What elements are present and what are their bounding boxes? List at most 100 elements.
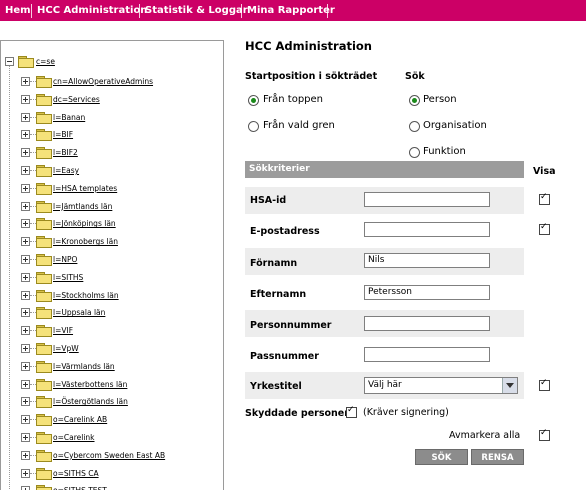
fornamn-input[interactable]: Nils xyxy=(364,253,490,268)
expand-icon[interactable] xyxy=(21,450,30,460)
expand-icon[interactable] xyxy=(21,94,30,104)
expand-icon[interactable] xyxy=(21,308,30,318)
expand-icon[interactable] xyxy=(21,468,30,478)
nav-item-mina-rapporter[interactable]: Mina Rapporter xyxy=(242,0,340,21)
expand-icon[interactable] xyxy=(21,344,30,353)
radio-organisation-label[interactable]: Organisation xyxy=(423,120,487,131)
radio-person[interactable] xyxy=(409,95,420,106)
tree-node-label[interactable]: o=Cybercom Sweden East AB xyxy=(53,449,165,462)
expand-icon[interactable] xyxy=(21,379,30,389)
tree-node[interactable]: l=Kronobergs län xyxy=(21,235,221,249)
expand-icon[interactable] xyxy=(21,326,30,336)
tree-node-label[interactable]: o=SITHS CA xyxy=(53,467,99,480)
tree-node-label[interactable]: dc=Services xyxy=(53,93,100,106)
tree-node-label[interactable]: l=NPO xyxy=(53,253,77,266)
visa-hsa-id-checkbox[interactable] xyxy=(539,192,550,205)
passnummer-input[interactable] xyxy=(364,347,490,362)
expand-icon[interactable] xyxy=(21,219,30,229)
tree-node-label[interactable]: l=Banan xyxy=(53,111,85,124)
email-input[interactable] xyxy=(364,222,490,237)
personnummer-input[interactable] xyxy=(364,316,490,331)
tree-node[interactable]: l=Easy xyxy=(21,164,221,178)
tree-node-label[interactable]: l=Easy xyxy=(53,164,79,177)
tree-node[interactable]: l=BIF2 xyxy=(21,146,221,160)
tree-node[interactable]: l=VIF xyxy=(21,324,221,338)
tree-node[interactable]: o=Cybercom Sweden East AB xyxy=(21,449,221,463)
tree-node[interactable]: l=Stockholms län xyxy=(21,289,221,303)
radio-fran-toppen[interactable] xyxy=(248,95,259,106)
radio-funktion[interactable] xyxy=(409,147,420,158)
clear-button[interactable]: RENSA xyxy=(471,449,524,465)
expand-icon[interactable] xyxy=(21,361,30,371)
nav-item-statistik[interactable]: Statistik & Loggar xyxy=(140,0,253,21)
tree-node-label[interactable]: l=VpW xyxy=(53,342,79,355)
tree-node[interactable]: l=Värmlands län xyxy=(21,360,221,374)
visa-email-checkbox[interactable] xyxy=(539,222,550,235)
tree-node[interactable]: dc=Services xyxy=(21,93,221,107)
collapse-icon[interactable] xyxy=(5,57,14,66)
yrkestitel-select[interactable]: Välj här xyxy=(364,377,518,394)
tree-node[interactable]: l=Uppsala län xyxy=(21,306,221,320)
expand-icon[interactable] xyxy=(21,237,30,247)
tree-node-label[interactable]: l=Stockholms län xyxy=(53,289,119,302)
nav-item-hcc-administration[interactable]: HCC Administration xyxy=(32,0,152,21)
tree-node[interactable]: l=BIF xyxy=(21,128,221,142)
expand-icon[interactable] xyxy=(21,130,30,140)
tree-node[interactable]: l=NPO xyxy=(21,253,221,267)
efternamn-input[interactable]: Petersson xyxy=(364,285,490,300)
expand-icon[interactable] xyxy=(21,290,30,300)
tree-node[interactable]: cn=AllowOperativeAdmins xyxy=(21,75,221,89)
tree-node[interactable]: o=Carelink xyxy=(21,431,221,445)
avmarkera-alla-checkbox[interactable] xyxy=(539,428,550,441)
radio-funktion-label[interactable]: Funktion xyxy=(423,146,466,157)
expand-icon[interactable] xyxy=(21,397,30,407)
expand-icon[interactable] xyxy=(21,148,30,158)
tree-node-label[interactable]: l=Kronobergs län xyxy=(53,235,118,248)
hsa-id-input[interactable] xyxy=(364,192,490,207)
expand-icon[interactable] xyxy=(21,415,30,425)
tree-node-label[interactable]: l=BIF2 xyxy=(53,146,78,159)
expand-icon[interactable] xyxy=(21,77,30,86)
expand-icon[interactable] xyxy=(21,255,30,264)
expand-icon[interactable] xyxy=(21,433,30,442)
expand-icon[interactable] xyxy=(21,166,30,175)
expand-icon[interactable] xyxy=(21,486,30,490)
tree-node-label[interactable]: l=SITHS xyxy=(53,271,83,284)
tree-node-label[interactable]: l=BIF xyxy=(53,128,73,141)
tree-node[interactable]: l=SITHS xyxy=(21,271,221,285)
tree-node[interactable]: l=Banan xyxy=(21,111,221,125)
tree-node[interactable]: l=Jämtlands län xyxy=(21,200,221,214)
tree-node[interactable]: l=Jönköpings län xyxy=(21,217,221,231)
tree-node-label[interactable]: o=Carelink AB xyxy=(53,413,107,426)
radio-fran-vald-gren[interactable] xyxy=(248,121,259,132)
tree-node[interactable]: o=Carelink AB xyxy=(21,413,221,427)
search-button[interactable]: SÖK xyxy=(415,449,468,465)
tree-node[interactable]: l=Östergötlands län xyxy=(21,395,221,409)
visa-yrkestitel-checkbox[interactable] xyxy=(539,378,550,391)
tree-node[interactable]: l=HSA templates xyxy=(21,182,221,196)
radio-organisation[interactable] xyxy=(409,121,420,132)
expand-icon[interactable] xyxy=(21,272,30,282)
tree-root-label[interactable]: c=se xyxy=(36,55,55,68)
tree-node-label[interactable]: l=Västerbottens län xyxy=(53,378,127,391)
tree-node-label[interactable]: o=SITHS TEST xyxy=(53,484,107,490)
radio-fran-toppen-label[interactable]: Från toppen xyxy=(263,94,323,105)
tree-node-label[interactable]: l=Värmlands län xyxy=(53,360,115,373)
expand-icon[interactable] xyxy=(21,112,30,122)
chevron-down-icon[interactable] xyxy=(502,378,517,393)
tree-node-label[interactable]: l=VIF xyxy=(53,324,73,337)
tree-node-label[interactable]: o=Carelink xyxy=(53,431,95,444)
tree-node-label[interactable]: l=Uppsala län xyxy=(53,306,105,319)
tree-node-label[interactable]: l=Jönköpings län xyxy=(53,217,116,230)
tree-node[interactable]: o=SITHS CA xyxy=(21,467,221,481)
tree-node[interactable]: o=SITHS TEST xyxy=(21,484,221,490)
radio-person-label[interactable]: Person xyxy=(423,94,457,105)
tree-root[interactable]: c=se xyxy=(5,55,205,69)
expand-icon[interactable] xyxy=(21,201,30,211)
skyddade-personer-checkbox[interactable] xyxy=(346,405,357,418)
expand-icon[interactable] xyxy=(21,183,30,193)
radio-fran-vald-gren-label[interactable]: Från vald gren xyxy=(263,120,335,131)
tree-node-label[interactable]: l=Östergötlands län xyxy=(53,395,128,408)
tree-node-label[interactable]: l=HSA templates xyxy=(53,182,117,195)
tree-node-label[interactable]: cn=AllowOperativeAdmins xyxy=(53,75,153,88)
